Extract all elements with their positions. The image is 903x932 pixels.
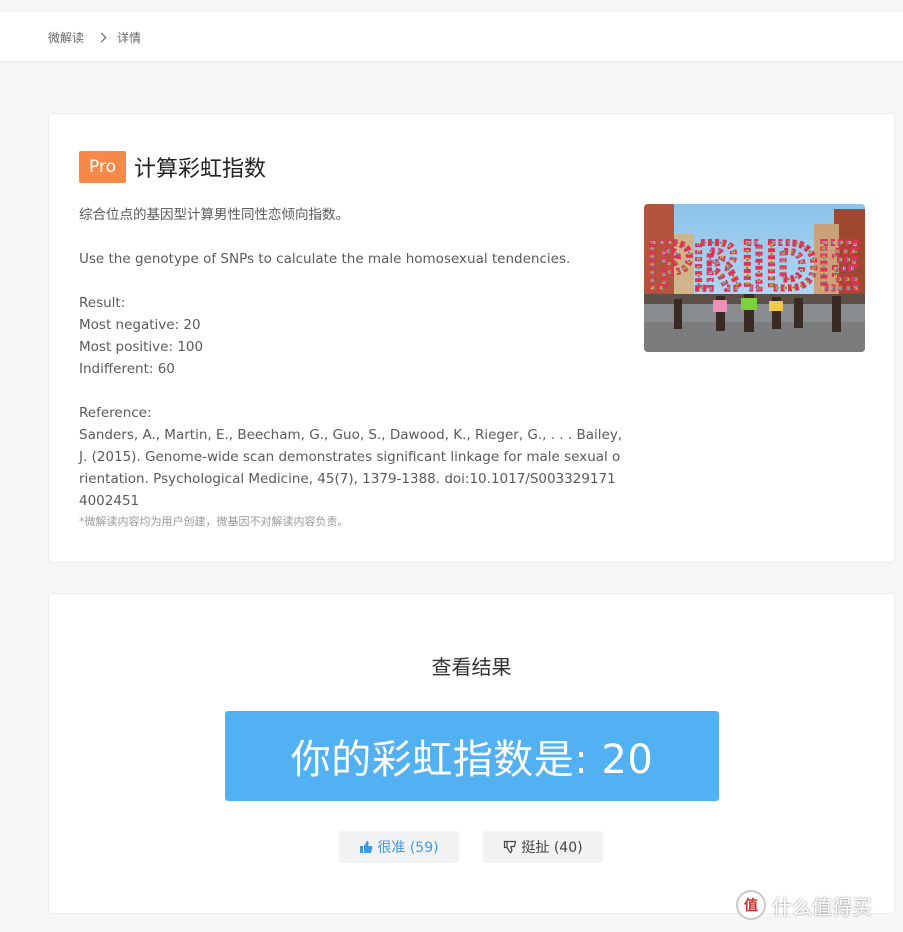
result-item: Most negative: 20	[79, 317, 201, 333]
downvote-button[interactable]: 挺扯 (40)	[483, 831, 603, 863]
result-label: Result:	[79, 295, 126, 311]
pride-parade-image: PRIDE PRIDE PRIDE	[644, 204, 865, 352]
reference-label: Reference:	[79, 405, 152, 421]
result-heading: 查看结果	[431, 655, 512, 679]
watermark: 值 什么值得买	[736, 890, 872, 920]
result-item: Most positive: 100	[79, 339, 204, 355]
breadcrumb-current: 详情	[117, 31, 142, 45]
page-title: 计算彩虹指数	[134, 157, 267, 182]
chevron-right-icon	[96, 32, 107, 43]
article-card: Pro 计算彩虹指数 综合位点的基因型计算男性同性恋倾向指数。 Use the …	[48, 113, 895, 563]
pro-badge: Pro	[79, 151, 126, 183]
breadcrumb-home-link[interactable]: 微解读	[48, 29, 84, 46]
watermark-text: 什么值得买	[772, 894, 872, 919]
thumbs-up-icon	[360, 841, 373, 853]
upvote-button[interactable]: 很准 (59)	[339, 831, 459, 863]
description-cn: 综合位点的基因型计算男性同性恋倾向指数。	[79, 207, 349, 223]
rainbow-index-result: 你的彩虹指数是: 20	[225, 711, 719, 801]
breadcrumb: 微解读 详情	[48, 29, 141, 46]
top-bar: 微解读 详情	[0, 0, 903, 62]
result-item: Indifferent: 60	[79, 361, 175, 377]
thumbs-down-icon	[504, 840, 517, 854]
result-card: 查看结果 你的彩虹指数是: 20 很准 (59) 挺扯 (40)	[48, 593, 895, 914]
disclaimer-note: *微解读内容均为用户创建，微基因不对解读内容负责。	[79, 515, 349, 528]
description-en: Use the genotype of SNPs to calculate th…	[79, 251, 571, 267]
article-description: 综合位点的基因型计算男性同性恋倾向指数。 Use the genotype of…	[79, 204, 624, 512]
watermark-logo-icon: 值	[736, 890, 766, 920]
svg-text:PRIDE: PRIDE	[646, 230, 861, 303]
downvote-label: 挺扯 (40)	[521, 840, 583, 856]
upvote-label: 很准 (59)	[377, 840, 439, 856]
article-header: Pro 计算彩虹指数	[79, 151, 266, 183]
reference-text: Sanders, A., Martin, E., Beecham, G., Gu…	[79, 427, 623, 509]
